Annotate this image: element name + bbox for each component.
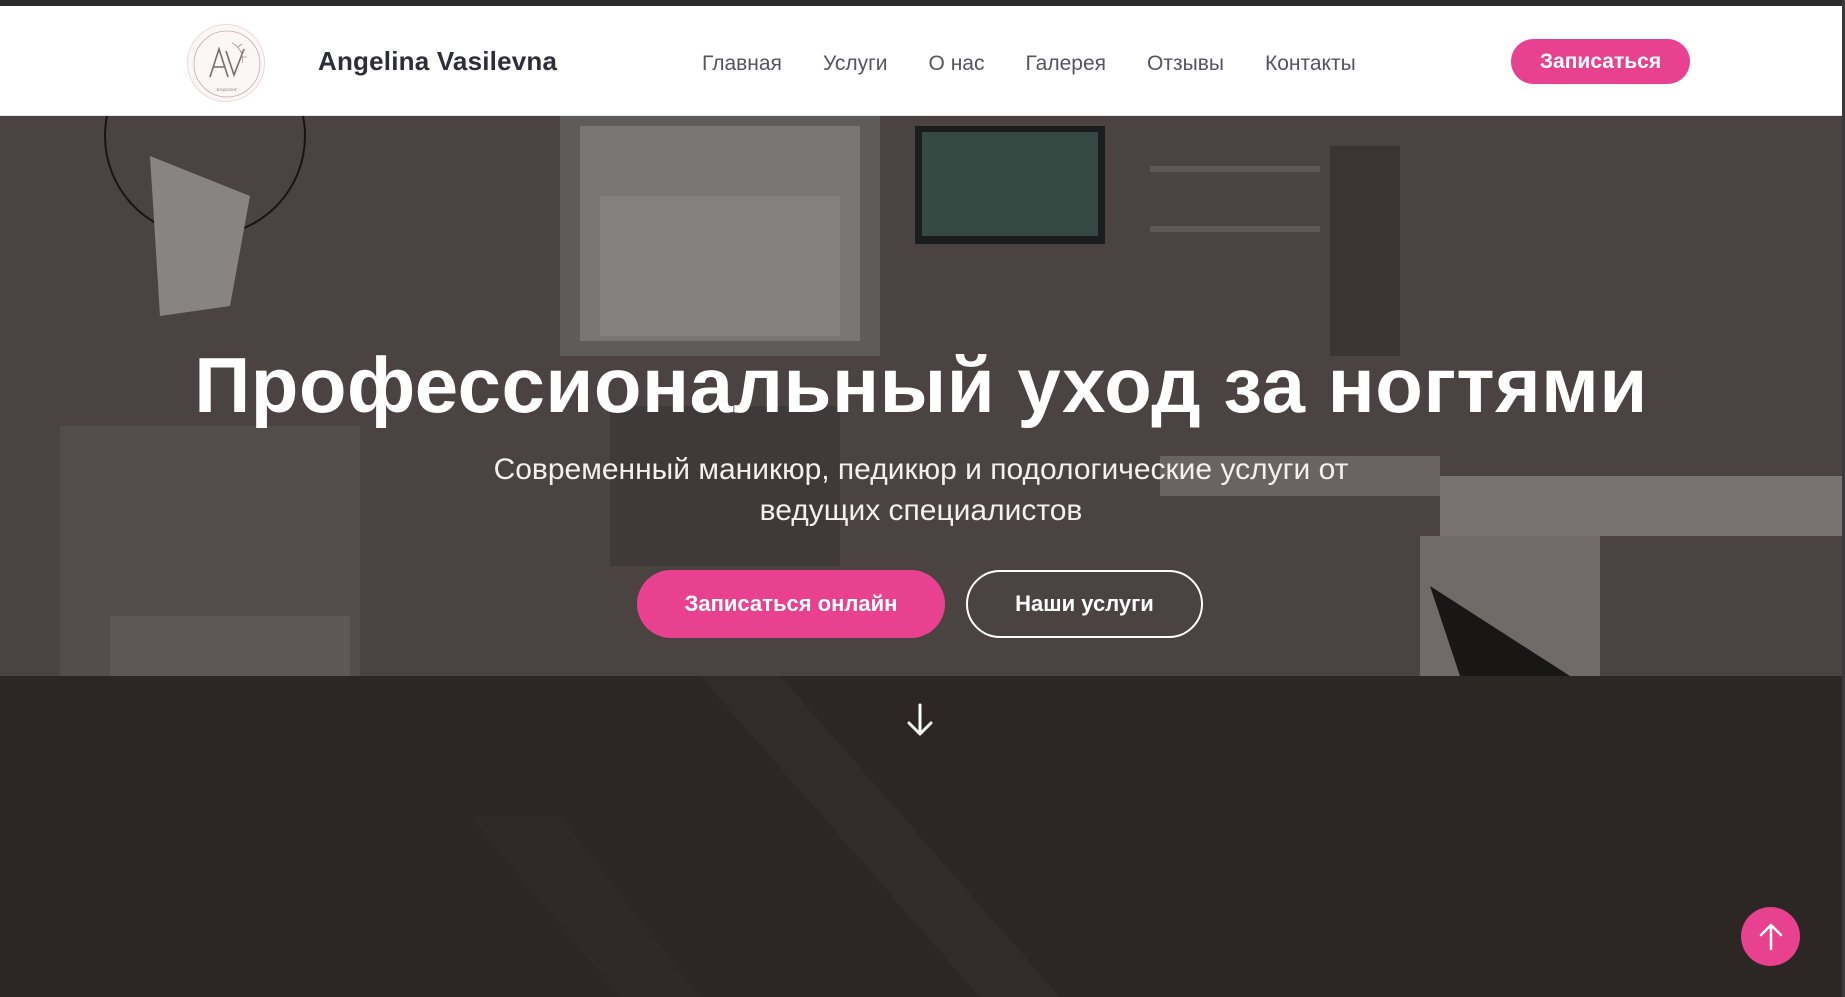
nav-item-home[interactable]: Главная xyxy=(702,52,782,76)
logo-caption: подолог xyxy=(216,87,238,93)
arrow-up-icon xyxy=(1759,923,1782,950)
scroll-to-top-button[interactable] xyxy=(1741,907,1800,966)
arrow-down-icon[interactable] xyxy=(903,702,937,738)
nav-item-gallery[interactable]: Галерея xyxy=(1025,52,1106,76)
main-nav: Главная Услуги О нас Галерея Отзывы Конт… xyxy=(702,52,1397,76)
nav-item-about[interactable]: О нас xyxy=(929,52,985,76)
nav-item-reviews[interactable]: Отзывы xyxy=(1147,52,1224,76)
hero-subtitle: Современный маникюр, педикюр и подологич… xyxy=(493,453,1349,527)
logo-icon[interactable]: подолог xyxy=(187,24,265,102)
nav-item-contacts[interactable]: Контакты xyxy=(1265,52,1356,76)
book-online-button[interactable]: Записаться онлайн xyxy=(637,570,945,638)
hero-title: Профессиональный уход за ногтями xyxy=(194,341,1648,429)
header-book-button[interactable]: Записаться xyxy=(1511,39,1690,84)
our-services-button[interactable]: Наши услуги xyxy=(966,570,1203,638)
hero-section: Профессиональный уход за ногтями Совреме… xyxy=(0,116,1842,997)
hero-dark-overlay xyxy=(0,116,1842,997)
nav-item-services[interactable]: Услуги xyxy=(823,52,888,76)
site-header: подолог Angelina Vasilevna Главная Услуг… xyxy=(0,6,1842,116)
brand-name[interactable]: Angelina Vasilevna xyxy=(318,46,557,77)
